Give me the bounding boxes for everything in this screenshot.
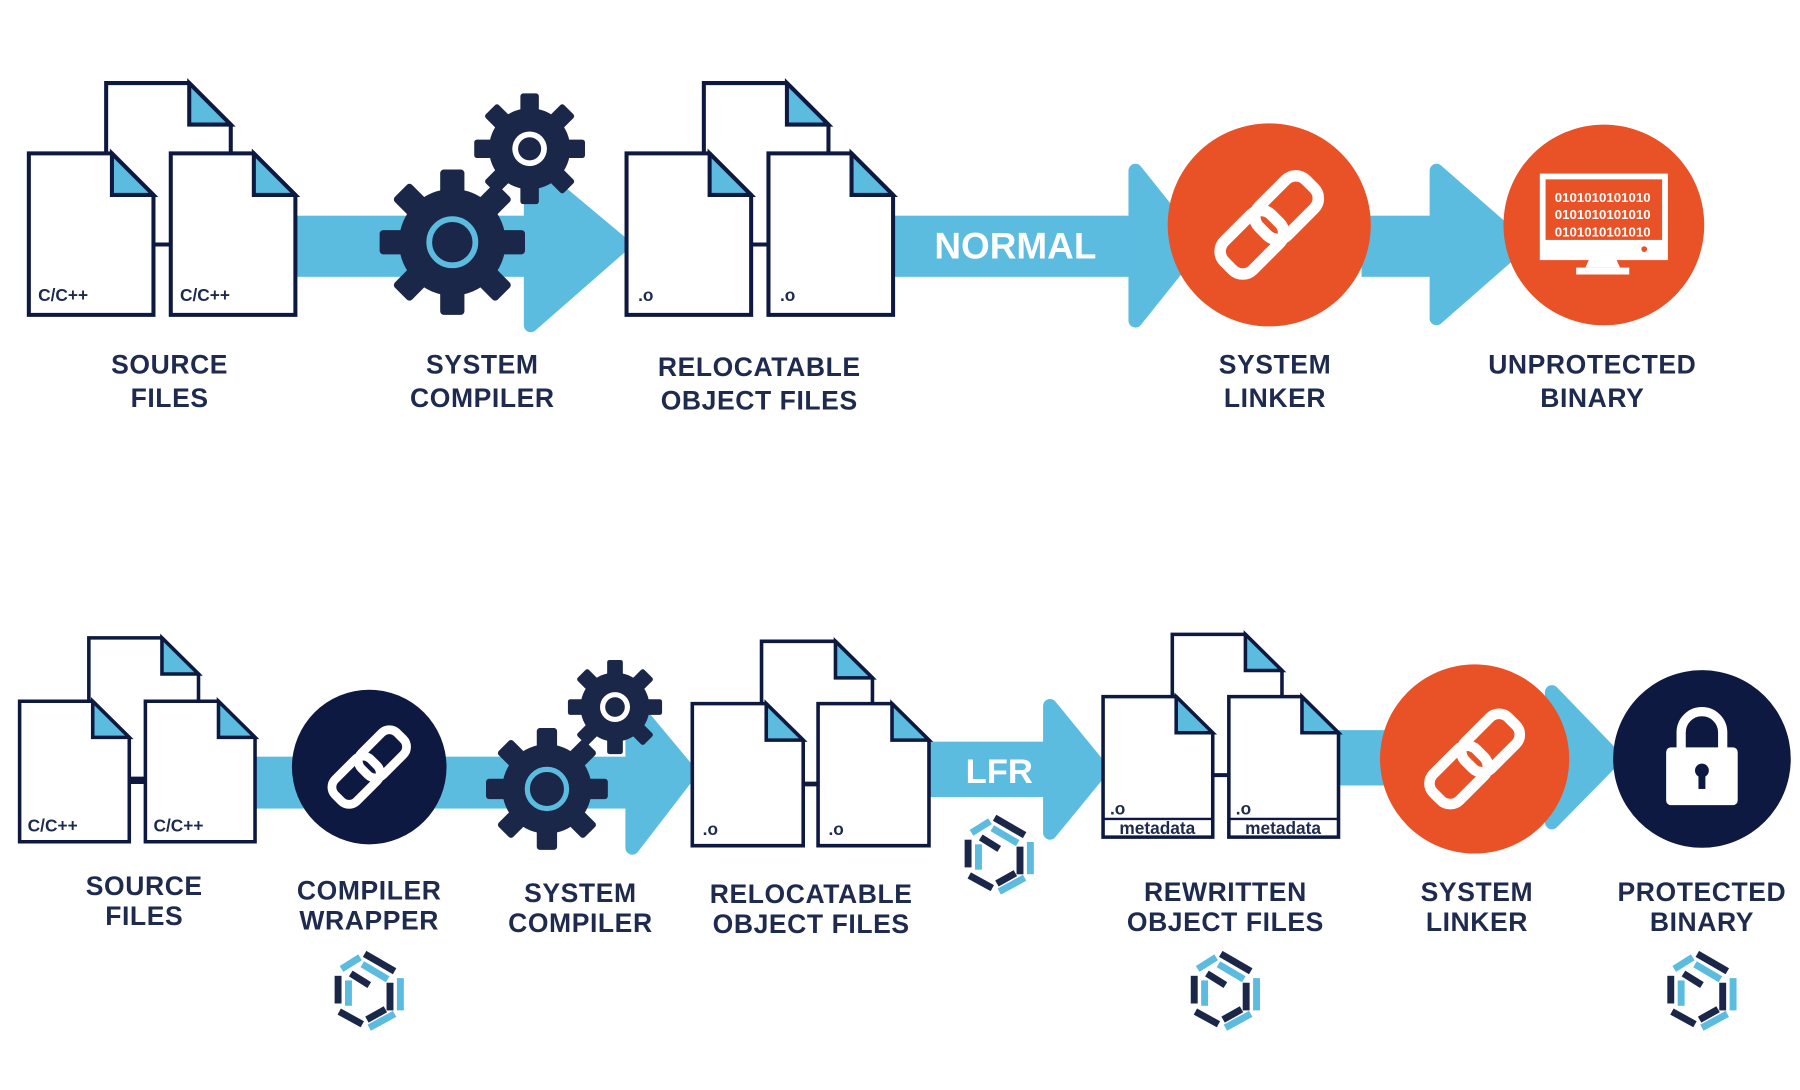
arrow-head	[1043, 698, 1109, 840]
svg-text:.o: .o	[780, 285, 795, 305]
arrow-head	[523, 160, 630, 333]
normal-flow: NORMAL C/C++ C/C++ .o .o 0101010101010 0…	[29, 83, 1705, 416]
label-compiler-wrapper: COMPILER WRAPPER	[297, 876, 442, 936]
svg-text:C/C++: C/C++	[38, 285, 88, 305]
label-system-linker: SYSTEM LINKER	[1219, 350, 1332, 413]
svg-text:0101010101010: 0101010101010	[1555, 224, 1651, 239]
svg-text:metadata: metadata	[1119, 818, 1195, 838]
build-pipeline-diagram: NORMAL C/C++ C/C++ .o .o 0101010101010 0…	[17, 0, 1791, 1090]
svg-text:.o: .o	[703, 819, 718, 839]
wrapper-logo-icon	[338, 954, 400, 1028]
svg-text:0101010101010: 0101010101010	[1555, 190, 1651, 205]
rewritten-object-files-icon: .o .o metadata metadata	[1101, 632, 1341, 839]
svg-text:0101010101010: 0101010101010	[1555, 207, 1651, 222]
svg-text:metadata: metadata	[1245, 818, 1321, 838]
unprotected-binary-icon: 0101010101010 0101010101010 010101010101…	[1503, 124, 1705, 326]
label-rewritten-object-files: REWRITTEN OBJECT FILES	[1127, 877, 1324, 937]
label-protected-binary: PROTECTED BINARY	[1618, 877, 1787, 937]
label-system-compiler: SYSTEM COMPILER	[410, 350, 555, 413]
label-source-files: SOURCE FILES	[111, 350, 228, 413]
object-files-icon: .o .o	[627, 83, 894, 315]
system-linker-icon	[1167, 123, 1371, 327]
lfr-band-label: LFR	[966, 753, 1033, 791]
object-files-icon: .o .o	[690, 639, 931, 848]
normal-band-label: NORMAL	[934, 225, 1096, 266]
svg-text:C/C++: C/C++	[180, 285, 230, 305]
system-linker-icon	[1380, 664, 1570, 854]
source-files-icon: C/C++ C/C++	[17, 636, 257, 844]
svg-text:.o: .o	[1236, 798, 1251, 818]
svg-text:.o: .o	[638, 285, 653, 305]
svg-text:C/C++: C/C++	[28, 816, 78, 836]
label-relocatable-object-files: RELOCATABLE OBJECT FILES	[710, 879, 913, 939]
svg-text:C/C++: C/C++	[153, 816, 203, 836]
protected-logo-icon	[1671, 954, 1733, 1028]
label-system-compiler: SYSTEM COMPILER	[508, 878, 653, 938]
svg-text:.o: .o	[1110, 798, 1125, 818]
lfr-logo-icon	[968, 818, 1030, 892]
compiler-wrapper-icon	[291, 689, 447, 845]
svg-text:.o: .o	[828, 819, 843, 839]
label-system-linker: SYSTEM LINKER	[1421, 877, 1534, 937]
label-source-files: SOURCE FILES	[86, 871, 203, 931]
step-labels: SOURCE FILES SYSTEM COMPILER RELOCATABLE OB…	[111, 350, 1696, 416]
rewritten-logo-icon	[1194, 954, 1256, 1028]
step-labels: SOURCE FILES COMPILER WRAPPER SYSTEM COMPIL…	[86, 871, 1787, 939]
source-files-icon: C/C++ C/C++	[29, 83, 296, 315]
lfr-flow: LFR C/C++ C/C++ .o .o .o .o metadata met…	[17, 632, 1791, 1028]
protected-binary-icon	[1613, 670, 1791, 848]
label-relocatable-object-files: RELOCATABLE OBJECT FILES	[658, 352, 861, 415]
label-unprotected-binary: UNPROTECTED BINARY	[1488, 350, 1696, 413]
